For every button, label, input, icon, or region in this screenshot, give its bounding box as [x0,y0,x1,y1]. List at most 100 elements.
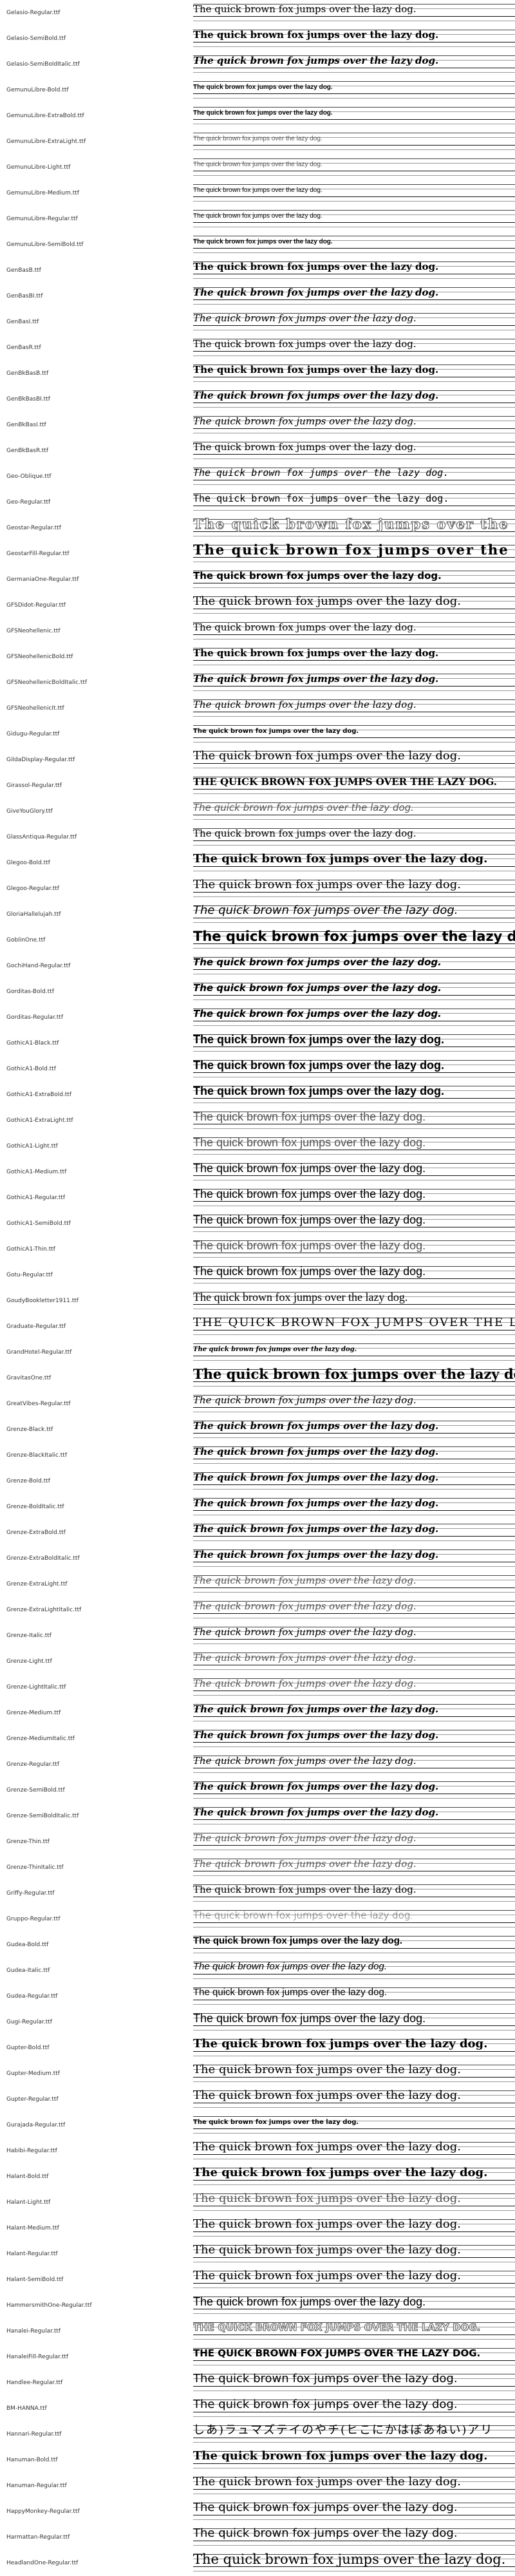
font-row: GemunuLibre-Bold.ttf The quick brown fox … [0,77,515,102]
font-filename: GemunuLibre-ExtraBold.ttf [6,113,84,119]
font-filename: GFSNeohellenicBoldItalic.ttf [6,679,88,686]
font-row: GemunuLibre-SemiBold.ttf The quick brown … [0,232,515,257]
font-row: Hanuman-Regular.ttf The quick brown fox j… [0,2473,515,2498]
font-sample: The quick brown fox jumps over the lazy … [193,2192,515,2213]
sample-text: The quick brown fox jumps over the lazy … [193,238,333,245]
sample-text: The quick brown fox jumps over the lazy … [193,2295,426,2308]
font-filename: Gorditas-Regular.ttf [6,1014,63,1021]
sample-text: The quick brown fox jumps over the lazy … [193,338,417,350]
font-row: Glegoo-Bold.ttf The quick brown fox jumps… [0,850,515,875]
font-filename: GenBasB.ttf [6,267,41,274]
font-sample: The quick brown fox jumps over the lazy … [193,106,515,126]
sample-text: The quick brown fox jumps over the lazy … [193,802,414,813]
font-filename: GenBkBasB.ttf [6,370,49,377]
font-sample: The quick brown fox jumps over the lazy … [193,2063,515,2084]
font-sample: The quick brown fox jumps over the lazy … [193,2476,515,2496]
sample-text: The quick brown fox jumps over the lazy … [193,1858,417,1870]
font-row: GloriaHallelujah.ttf The quick brown fox … [0,902,515,927]
font-sample: The quick brown fox jumps over the lazy … [193,595,515,616]
font-row: GravitasOne.ttf The quick brown fox jumps… [0,1365,515,1390]
font-sample: The quick brown fox jumps over the lazy … [193,54,515,75]
sample-text: The quick brown fox jumps over the lazy … [193,2038,488,2050]
font-sample: The quick brown fox jumps over the lazy … [193,363,515,384]
font-sample: The quick brown fox jumps over the lazy … [193,1291,515,1311]
sample-text: The quick brown fox jumps over the lazy … [193,213,323,220]
font-filename: Grenze-Bold.ttf [6,1478,50,1484]
sample-text: The quick brown fox jumps over the lazy … [193,261,439,272]
font-row: Gotu-Regular.ttf The quick brown fox jump… [0,1262,515,1287]
sample-text: The quick brown fox jumps over the lazy … [193,1346,357,1353]
sample-text: The quick brown fox jumps over the lazy … [193,1472,439,1483]
font-row: GiveYouGlory.ttf The quick brown fox jump… [0,799,515,824]
font-sample: The quick brown fox jumps over the lazy … [193,2295,515,2316]
font-filename: Halant-Medium.ttf [6,2225,59,2231]
font-filename: Gupter-Medium.ttf [6,2070,60,2077]
font-filename: GenBkBasI.ttf [6,422,46,428]
font-filename: Gudea-Italic.ttf [6,1967,50,1974]
font-sample: The quick brown fox jumps over the lazy … [193,440,515,461]
font-filename: Grenze-ThinItalic.ttf [6,1864,64,1871]
font-sample: The quick brown fox jumps over the lazy … [193,1188,515,1208]
font-row: Gupter-Bold.ttf The quick brown fox jumps… [0,2035,515,2060]
font-filename: GrandHotel-Regular.ttf [6,1349,72,1356]
font-filename: GothicA1-Regular.ttf [6,1195,66,1201]
font-filename: Geo-Regular.ttf [6,499,51,506]
sample-text: The quick brown fox jumps over the lazy … [193,29,439,41]
font-sample: The quick brown fox jumps over the lazy … [193,2141,515,2161]
font-filename: Harmattan-Regular.ttf [6,2534,70,2541]
font-filename: Glegoo-Bold.ttf [6,860,50,866]
font-row: Halant-Bold.ttf The quick brown fox jumps… [0,2164,515,2189]
font-sample: The quick brown fox jumps over the lazy … [193,1960,515,1981]
font-row: Grenze-Medium.ttf The quick brown fox jum… [0,1700,515,1725]
sample-text: The quick brown fox jumps over the lazy … [193,2476,461,2488]
sample-text: The quick brown fox jumps over the lazy … [193,1961,387,1972]
font-row: GemunuLibre-Medium.ttf The quick brown fo… [0,180,515,205]
font-row: GermaniaOne-Regular.ttf The quick brown f… [0,567,515,592]
font-sample: The quick brown fox jumps over the lazy … [193,466,515,487]
sample-text: The quick brown fox jumps over the lazy … [193,1626,417,1638]
font-filename: Grenze-Light.ttf [6,1658,52,1665]
sample-text: The quick brown fox jumps over the lazy … [193,84,333,91]
font-sample: The quick brown fox jumps over the lazy … [193,1394,515,1414]
sample-text: The quick brown fox jumps over the lazy … [193,2398,458,2411]
font-sample: The quick brown fox jumps over the lazy … [193,234,515,255]
font-sample: The quick brown fox jumps over the lazy … [193,1780,515,1801]
font-filename: GenBkBasBI.ttf [6,396,50,402]
font-row: GothicA1-ExtraLight.ttf The quick brown f… [0,1108,515,1133]
font-row: Girassol-Regular.ttf The quick brown fox … [0,773,515,798]
sample-text: The quick brown fox jumps over the lazy … [193,699,417,710]
font-filename: Gupter-Regular.ttf [6,2096,59,2103]
font-row: Glegoo-Regular.ttf The quick brown fox ju… [0,876,515,901]
font-filename: HammersmithOne-Regular.ttf [6,2302,92,2309]
font-row: GothicA1-Thin.ttf The quick brown fox jum… [0,1236,515,1262]
font-row: Gudea-Italic.ttf The quick brown fox jump… [0,1958,515,1983]
font-sample: The quick brown fox jumps over the lazy … [193,1832,515,1852]
font-sample: The quick brown fox jumps over the lazy … [193,209,515,229]
font-sample: The quick brown fox jumps over the lazy … [193,1265,515,1285]
font-filename: Halant-Bold.ttf [6,2174,49,2180]
sample-text: The quick brown fox jumps over the lazy … [193,673,439,685]
sample-text: The quick brown fox jumps over the lazy … [193,1446,439,1457]
sample-text: The quick brown fox jumps over the lazy … [193,1368,515,1382]
font-filename: GenBasR.ttf [6,345,41,351]
sample-text: The quick brown fox jumps over the lazy … [193,109,333,117]
sample-text: The quick brown fox jumps over the lazy … [193,467,449,478]
font-row: Halant-Light.ttf The quick brown fox jump… [0,2190,515,2215]
sample-text: The quick brown fox jumps over the lazy … [193,828,417,839]
sample-text: The quick brown fox jumps over the lazy … [193,1497,439,1509]
font-row: Grenze-ExtraBoldItalic.ttf The quick brow… [0,1546,515,1571]
font-row: GFSNeohellenicIt.ttf The quick brown fox … [0,696,515,721]
font-sample: The quick brown fox jumps over the lazy … [193,1316,515,1337]
sample-text: The quick brown fox jumps over the lazy … [193,2119,359,2126]
sample-text: The quick brown fox jumps over the lazy … [193,2063,461,2076]
font-filename: GFSNeohellenicIt.ttf [6,705,64,712]
font-row: GenBasB.ttf The quick brown fox jumps ove… [0,258,515,283]
font-filename: Gruppo-Regular.ttf [6,1916,61,1922]
font-filename: Grenze-Medium.ttf [6,1710,61,1716]
sample-text: The quick brown fox jumps over the lazy … [193,415,417,427]
font-filename: Gelasio-SemiBold.ttf [6,35,66,42]
font-filename: GenBasI.ttf [6,319,39,325]
font-filename: Griffy-Regular.ttf [6,1890,55,1897]
font-row: Grenze-Regular.ttf The quick brown fox ju… [0,1752,515,1777]
font-sample: The quick brown fox jumps over the lazy … [193,1677,515,1698]
